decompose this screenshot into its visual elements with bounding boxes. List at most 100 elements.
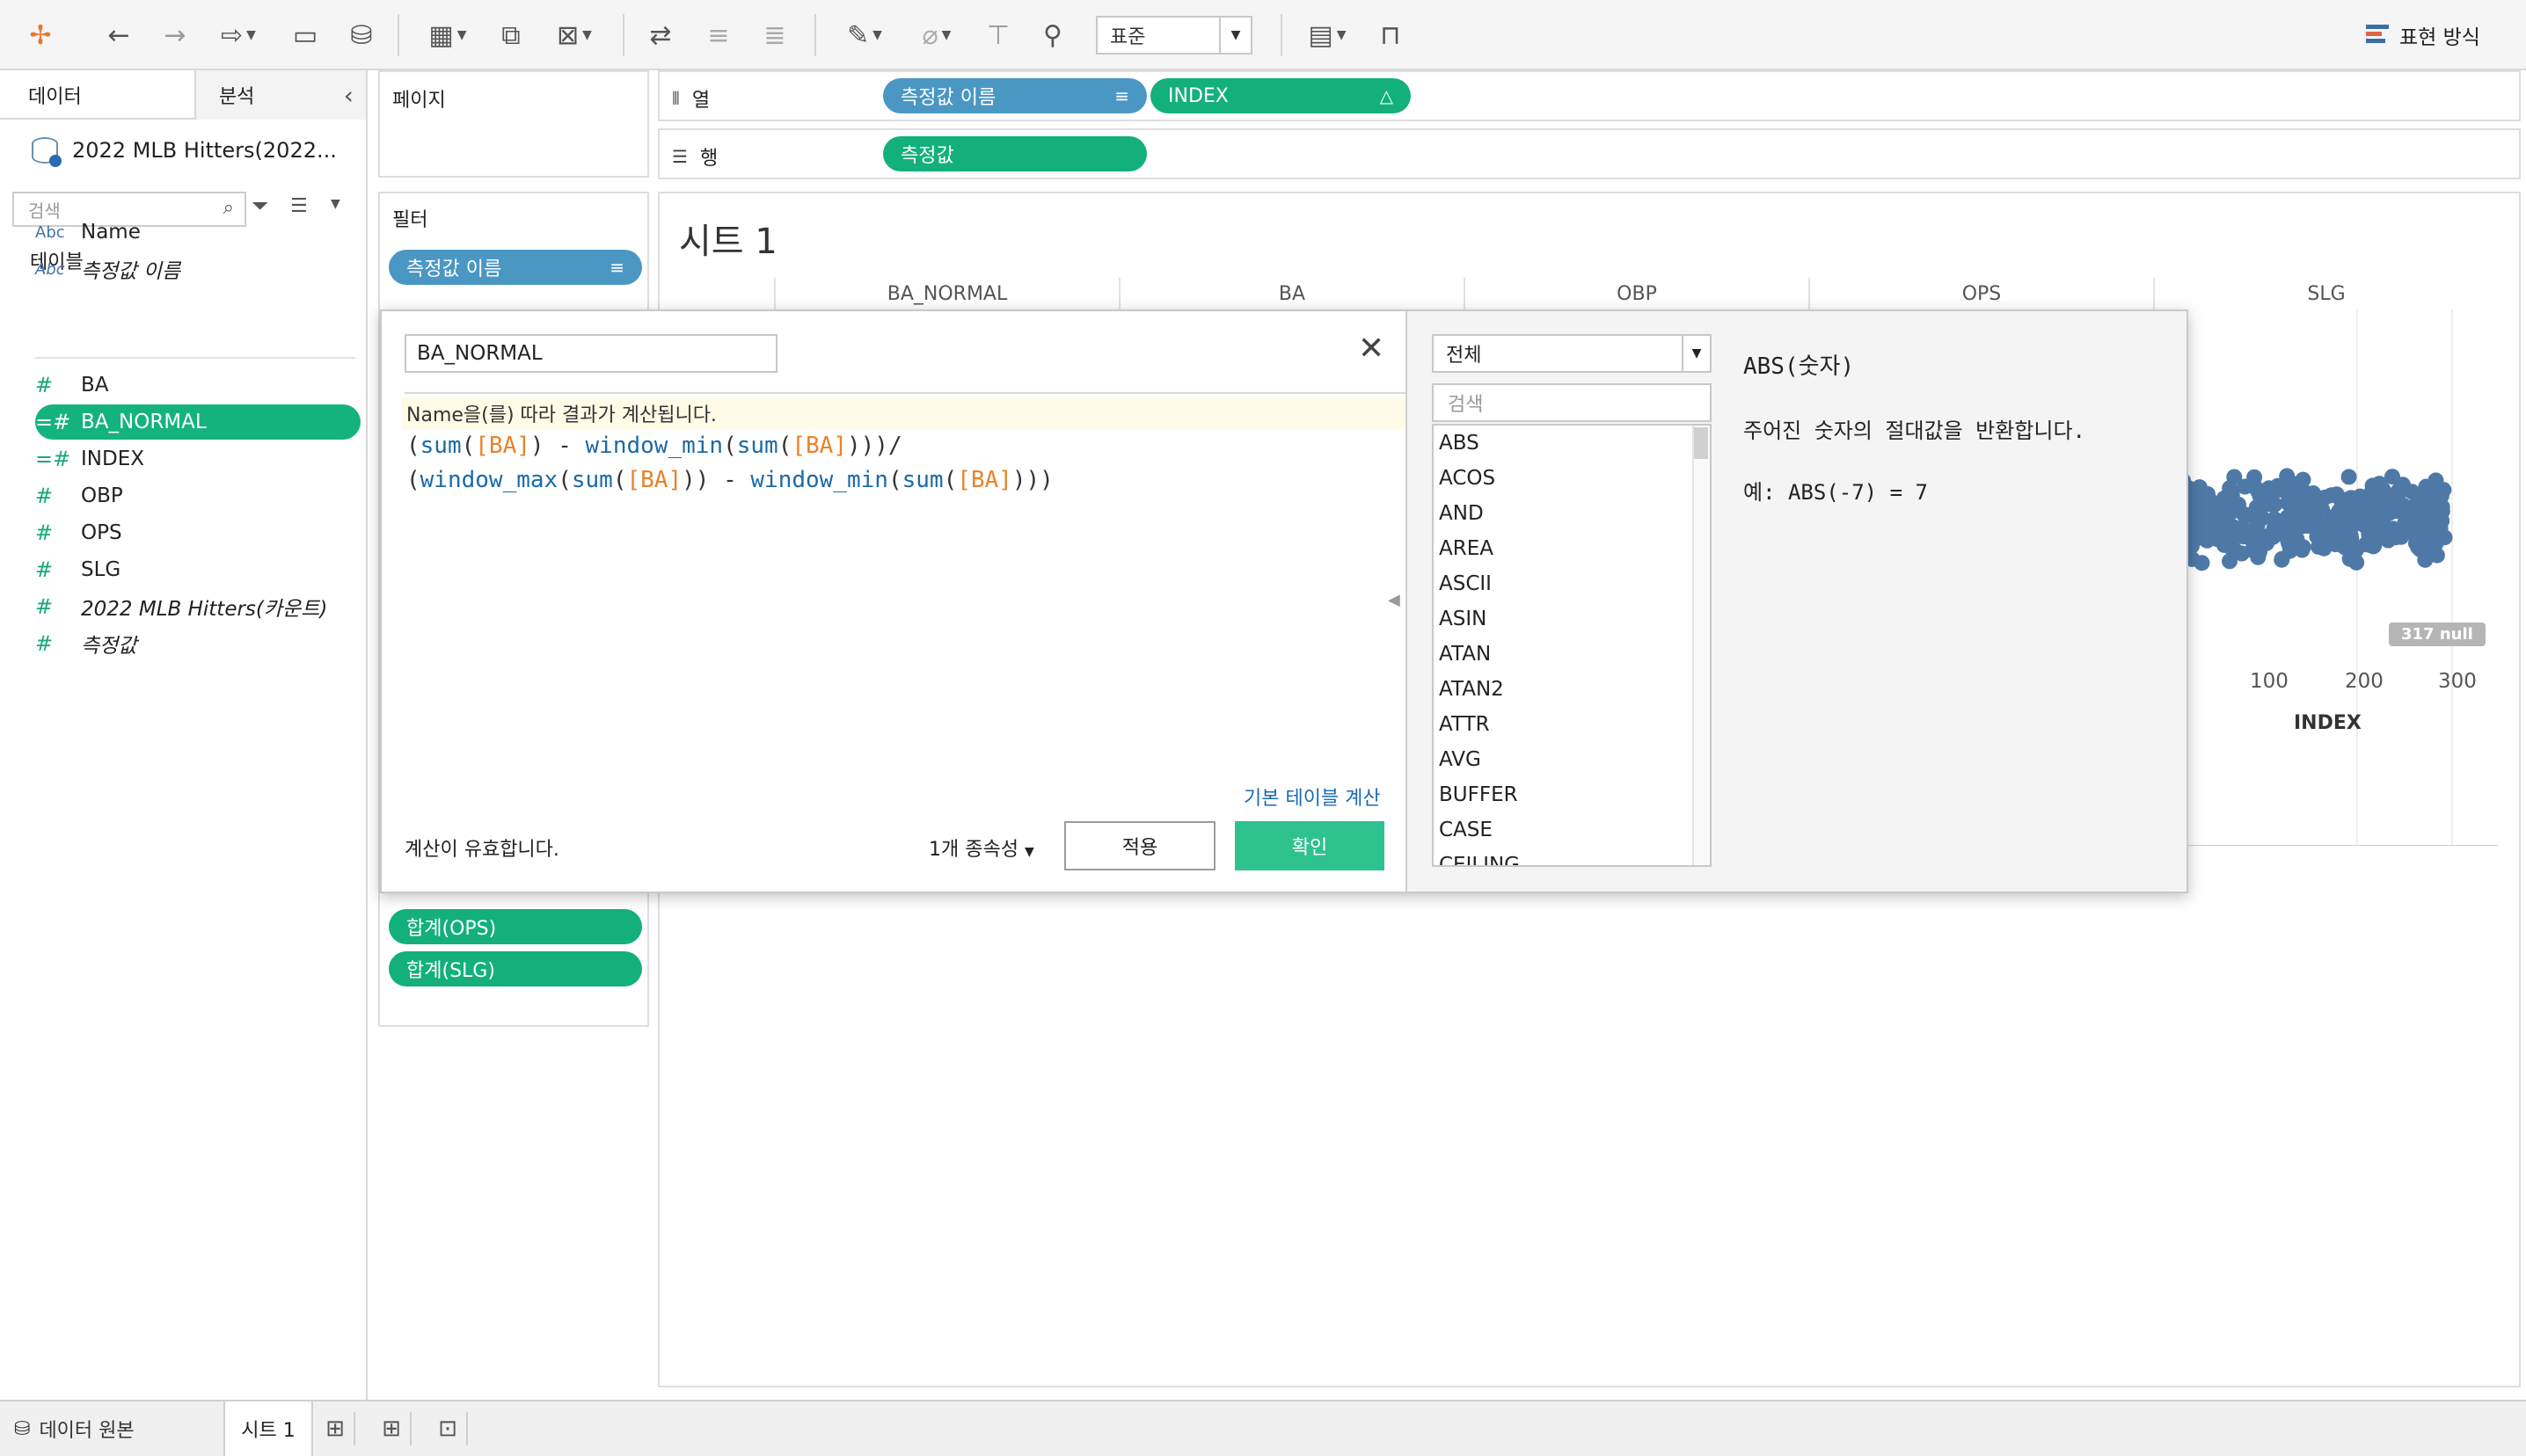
group-members-icon[interactable]: ⌀ ▼ — [906, 12, 967, 58]
scatter-mark[interactable] — [2325, 535, 2341, 551]
filter-pill-measure-names[interactable]: 측정값 이름 ≡ — [389, 250, 642, 285]
scatter-mark[interactable] — [2250, 483, 2267, 499]
column-header[interactable]: OPS — [1808, 278, 2153, 309]
scatter-mark[interactable] — [2311, 521, 2328, 536]
show-cards-icon[interactable]: ▤ ▼ — [1296, 12, 1358, 58]
clear-sheet-icon[interactable]: ⊠ ▼ — [544, 12, 605, 58]
fit-select[interactable]: 표준 ▼ — [1096, 16, 1252, 55]
scatter-mark[interactable] — [2273, 513, 2289, 530]
undo-icon[interactable]: ← — [99, 12, 139, 58]
function-list-item[interactable]: ATAN2 — [1434, 672, 1710, 707]
scatter-mark[interactable] — [2224, 533, 2241, 550]
redo-icon[interactable]: → — [155, 12, 195, 58]
measure-pill-slg[interactable]: 합계(SLG) — [389, 951, 642, 986]
column-pill-measure-names[interactable]: 측정값 이름 ≡ — [883, 78, 1147, 113]
new-story-icon[interactable]: ⊡ — [429, 1412, 468, 1445]
null-indicator[interactable]: 317 null — [2389, 622, 2486, 646]
field-name[interactable]: Abc Name — [35, 215, 361, 250]
scatter-mark[interactable] — [2369, 503, 2386, 520]
scatter-mark[interactable] — [2286, 536, 2303, 553]
function-category-select[interactable]: 전체 ▼ — [1432, 334, 1712, 373]
show-me-button[interactable]: 표현 방식 — [2366, 19, 2480, 51]
function-list-item[interactable]: CASE — [1434, 812, 1710, 848]
function-list-item[interactable]: ASCII — [1434, 566, 1710, 601]
scatter-mark[interactable] — [2323, 487, 2340, 504]
column-header[interactable]: BA — [1119, 278, 1464, 309]
column-header[interactable]: SLG — [2153, 278, 2498, 309]
tableau-logo-icon[interactable]: ✢ — [23, 12, 58, 58]
formula-editor[interactable]: Name을(를) 따라 결과가 계산됩니다. (sum([BA]) - wind… — [401, 397, 1407, 498]
field-ops[interactable]: # OPS — [35, 515, 361, 550]
duplicate-sheet-icon[interactable]: ⧉ — [491, 12, 531, 58]
function-list-item[interactable]: ASIN — [1434, 601, 1710, 637]
scatter-mark[interactable] — [2340, 469, 2357, 485]
scatter-mark[interactable] — [2254, 510, 2271, 527]
new-dashboard-icon[interactable]: ⊞ — [373, 1412, 412, 1445]
chevron-down-icon[interactable]: ▼ — [331, 197, 340, 211]
scatter-mark[interactable] — [2267, 496, 2283, 513]
measure-pill-ops[interactable]: 합계(OPS) — [389, 909, 642, 944]
highlight-icon[interactable]: ✎ ▼ — [834, 12, 895, 58]
function-list-item[interactable]: AVG — [1434, 742, 1710, 777]
column-pill-index[interactable]: INDEX △ — [1150, 78, 1411, 113]
field-measure-values[interactable]: # 측정값 — [35, 626, 361, 661]
sheet-tab[interactable]: 시트 1 — [225, 1401, 313, 1456]
scatter-mark[interactable] — [2396, 498, 2413, 514]
scatter-mark[interactable] — [2347, 542, 2364, 558]
function-list-item[interactable]: AREA — [1434, 531, 1710, 566]
sort-ascending-icon[interactable]: ≡ — [698, 12, 739, 58]
datasource-tab[interactable]: ⛁ 데이터 원본 — [0, 1401, 225, 1456]
x-axis-title[interactable]: INDEX — [2294, 712, 2362, 734]
scatter-mark[interactable] — [2274, 551, 2290, 568]
field-measure-names[interactable]: Abc 측정값 이름 — [35, 251, 361, 287]
field-ba[interactable]: # BA — [35, 368, 361, 403]
apply-button[interactable]: 적용 — [1064, 821, 1216, 870]
sort-descending-icon[interactable]: ≣ — [755, 12, 795, 58]
scatter-mark[interactable] — [2189, 500, 2206, 517]
ok-button[interactable]: 확인 — [1235, 821, 1384, 870]
scatter-mark[interactable] — [2226, 469, 2243, 485]
field-obp[interactable]: # OBP — [35, 478, 361, 513]
function-list-item[interactable]: AND — [1434, 496, 1710, 531]
pages-card[interactable]: 페이지 — [378, 70, 649, 178]
scatter-mark[interactable] — [2295, 471, 2311, 488]
tab-data[interactable]: 데이터 — [0, 70, 194, 120]
scrollbar-thumb[interactable] — [1694, 427, 1708, 459]
save-icon[interactable]: ▭ — [285, 12, 325, 58]
scatter-mark[interactable] — [2222, 553, 2238, 570]
field-ba-normal[interactable]: =# BA_NORMAL — [35, 404, 361, 440]
tab-analysis[interactable]: 분석 — [193, 70, 366, 120]
row-pill-measure-values[interactable]: 측정값 — [883, 136, 1147, 171]
close-icon[interactable]: ✕ — [1358, 331, 1384, 367]
function-list-item[interactable]: CEILING — [1434, 848, 1710, 865]
function-list-item[interactable]: BUFFER — [1434, 777, 1710, 812]
scatter-mark[interactable] — [2384, 469, 2400, 485]
scatter-mark[interactable] — [2415, 507, 2432, 524]
default-table-calc-link[interactable]: 기본 테이블 계산 — [1244, 783, 1381, 811]
columns-shelf[interactable]: ⦀ 열 측정값 이름 ≡ INDEX △ — [658, 70, 2521, 121]
collapse-functions-icon[interactable]: ◀ — [1388, 591, 1400, 609]
column-header[interactable]: OBP — [1464, 278, 1808, 309]
rows-shelf[interactable]: ☰ 행 측정값 — [658, 128, 2521, 179]
scatter-mark[interactable] — [2380, 532, 2397, 549]
field-index[interactable]: =# INDEX — [35, 441, 361, 477]
field-record-count[interactable]: # 2022 MLB Hitters(카운트) — [35, 589, 361, 624]
show-labels-icon[interactable]: ⊤ — [978, 12, 1018, 58]
swap-rows-columns-icon[interactable]: ⇄ — [640, 12, 681, 58]
column-header[interactable]: BA_NORMAL — [774, 278, 1119, 309]
scatter-mark[interactable] — [2297, 506, 2314, 522]
function-list-item[interactable]: ACOS — [1434, 461, 1710, 496]
field-slg[interactable]: # SLG — [35, 552, 361, 587]
function-list-item[interactable]: ATTR — [1434, 707, 1710, 742]
new-worksheet-icon[interactable]: ▦ ▼ — [417, 12, 478, 58]
function-list-item[interactable]: ATAN — [1434, 637, 1710, 672]
calc-name-input[interactable]: BA_NORMAL — [405, 334, 778, 373]
datasource-item[interactable]: 2022 MLB Hitters(2022... — [32, 130, 337, 171]
scatter-mark[interactable] — [2427, 535, 2444, 552]
scatter-mark[interactable] — [2210, 495, 2227, 512]
replay-animation-icon[interactable]: ⇨ ▼ — [208, 12, 269, 58]
collapse-pane-icon[interactable]: ‹ — [344, 81, 354, 110]
scatter-mark[interactable] — [2336, 510, 2353, 527]
scatter-mark[interactable] — [2188, 526, 2205, 542]
scatter-mark[interactable] — [2416, 521, 2433, 538]
